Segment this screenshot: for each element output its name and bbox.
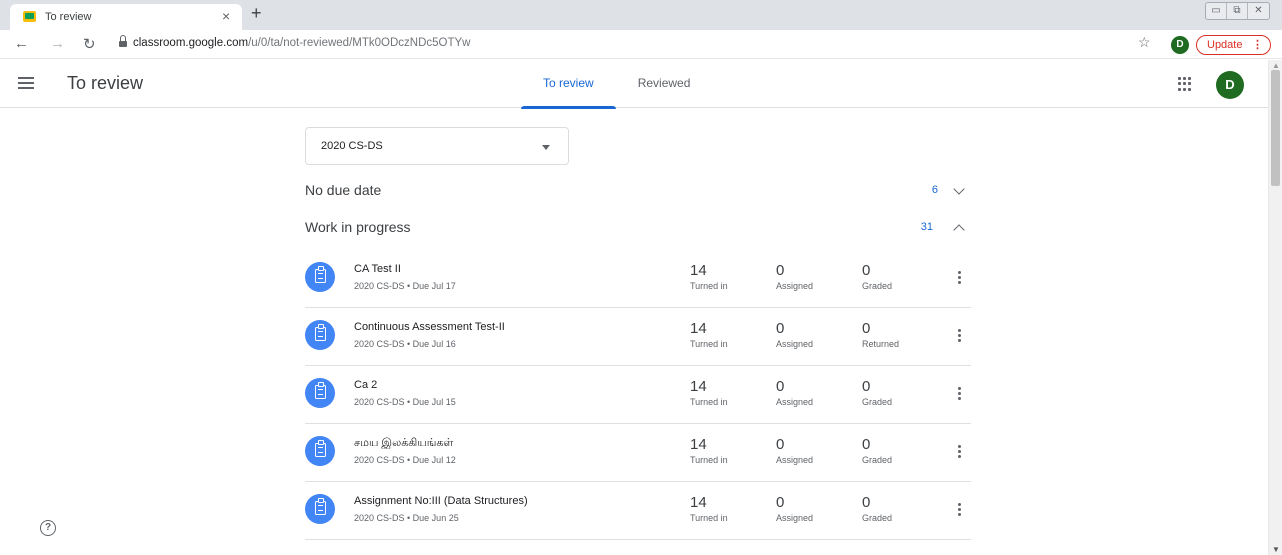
lock-icon[interactable] — [119, 35, 127, 47]
page-scrollbar[interactable]: ▲ ▼ — [1268, 60, 1282, 555]
menu-icon[interactable] — [18, 77, 34, 89]
chevron-down-icon[interactable] — [953, 183, 965, 195]
section-title: No due date — [305, 182, 382, 198]
more-vert-icon[interactable] — [954, 445, 964, 461]
assignment-icon[interactable] — [305, 378, 335, 408]
minimize-button[interactable]: ▭ — [1206, 3, 1227, 19]
section-work-in-progress[interactable]: Work in progress 31 — [305, 219, 971, 245]
window-controls: ▭ ⧉ ✕ — [1205, 2, 1270, 20]
assignment-icon[interactable] — [305, 494, 335, 524]
assignment-title[interactable]: CA Test II — [354, 263, 401, 275]
assignment-subtitle: 2020 CS-DS • Due Jul 17 — [354, 281, 456, 291]
tab-reviewed[interactable]: Reviewed — [616, 60, 713, 108]
assigned-stat[interactable]: 0 Assigned — [776, 437, 813, 466]
new-tab-button[interactable]: + — [251, 3, 262, 24]
review-tabs: To review Reviewed — [521, 60, 713, 109]
section-no-due-date[interactable]: No due date 6 — [305, 182, 971, 208]
url-text[interactable]: classroom.google.com/u/0/ta/not-reviewed… — [133, 37, 470, 49]
graded-stat[interactable]: 0 Graded — [862, 379, 892, 408]
assignment-icon[interactable] — [305, 436, 335, 466]
reload-icon[interactable]: ↻ — [83, 35, 96, 53]
assignment-icon[interactable] — [305, 320, 335, 350]
assignment-title[interactable]: சமய இலக்கியங்கள் — [354, 437, 453, 451]
more-vert-icon[interactable] — [954, 503, 964, 519]
turned-in-stat[interactable]: 14 Turned in — [690, 321, 728, 350]
class-select-value: 2020 CS-DS — [321, 140, 383, 152]
section-title: Work in progress — [305, 219, 411, 235]
chrome-menu-icon: ⋮ — [1252, 39, 1263, 51]
page-title: To review — [67, 73, 144, 93]
assignment-row[interactable]: Continuous Assessment Test-II 2020 CS-DS… — [305, 308, 971, 366]
assignment-row[interactable]: Assignment No:III (Data Structures) 2020… — [305, 482, 971, 540]
assignment-list: CA Test II 2020 CS-DS • Due Jul 17 14 Tur… — [305, 250, 971, 540]
assigned-stat[interactable]: 0 Assigned — [776, 321, 813, 350]
profile-avatar[interactable]: D — [1171, 36, 1189, 54]
assignment-row[interactable]: CA Test II 2020 CS-DS • Due Jul 17 14 Tur… — [305, 250, 971, 308]
returned-stat[interactable]: 0 Returned — [862, 321, 899, 350]
assignment-subtitle: 2020 CS-DS • Due Jul 16 — [354, 339, 456, 349]
graded-stat[interactable]: 0 Graded — [862, 437, 892, 466]
graded-stat[interactable]: 0 Graded — [862, 495, 892, 524]
assigned-stat[interactable]: 0 Assigned — [776, 379, 813, 408]
tab-to-review[interactable]: To review — [521, 60, 616, 109]
turned-in-stat[interactable]: 14 Turned in — [690, 263, 728, 292]
restore-button[interactable]: ⧉ — [1227, 3, 1248, 19]
update-label: Update — [1207, 39, 1243, 51]
chevron-up-icon[interactable] — [953, 224, 965, 236]
browser-tab-title: To review — [45, 11, 92, 23]
assignment-subtitle: 2020 CS-DS • Due Jul 15 — [354, 397, 456, 407]
update-button[interactable]: Update ⋮ — [1196, 35, 1271, 55]
section-count: 31 — [920, 221, 933, 233]
assignment-title[interactable]: Continuous Assessment Test-II — [354, 321, 505, 333]
address-bar[interactable]: classroom.google.com/u/0/ta/not-reviewed… — [112, 34, 1160, 54]
assignment-subtitle: 2020 CS-DS • Due Jun 25 — [354, 513, 459, 523]
bookmark-star-icon[interactable]: ☆ — [1138, 34, 1151, 51]
scroll-thumb[interactable] — [1271, 70, 1280, 186]
assignment-row[interactable]: Ca 2 2020 CS-DS • Due Jul 15 14 Turned in… — [305, 366, 971, 424]
scroll-up-arrow-icon[interactable]: ▲ — [1272, 61, 1280, 70]
assigned-stat[interactable]: 0 Assigned — [776, 495, 813, 524]
assignment-title[interactable]: Assignment No:III (Data Structures) — [354, 495, 528, 507]
more-vert-icon[interactable] — [954, 271, 964, 287]
turned-in-stat[interactable]: 14 Turned in — [690, 379, 728, 408]
assignment-subtitle: 2020 CS-DS • Due Jul 12 — [354, 455, 456, 465]
browser-tab[interactable]: To review × — [10, 4, 242, 30]
section-count: 6 — [931, 184, 938, 196]
assignment-icon[interactable] — [305, 262, 335, 292]
help-icon[interactable]: ? — [40, 520, 56, 536]
assigned-stat[interactable]: 0 Assigned — [776, 263, 813, 292]
more-vert-icon[interactable] — [954, 329, 964, 345]
turned-in-stat[interactable]: 14 Turned in — [690, 437, 728, 466]
app-header: To review To review Reviewed D — [0, 60, 1268, 109]
back-arrow-icon[interactable]: ← — [14, 35, 29, 52]
assignment-row[interactable]: சமய இலக்கியங்கள் 2020 CS-DS • Due Jul 12… — [305, 424, 971, 482]
turned-in-stat[interactable]: 14 Turned in — [690, 495, 728, 524]
scroll-down-arrow-icon[interactable]: ▼ — [1272, 545, 1280, 554]
assignment-title[interactable]: Ca 2 — [354, 379, 377, 391]
close-tab-icon[interactable]: × — [222, 8, 230, 24]
dropdown-caret-icon — [542, 145, 550, 150]
browser-toolbar: ← → ↻ classroom.google.com/u/0/ta/not-re… — [0, 30, 1282, 59]
class-select[interactable]: 2020 CS-DS — [305, 127, 569, 165]
forward-arrow-icon[interactable]: → — [50, 35, 65, 52]
browser-tabstrip: To review × + ▭ ⧉ ✕ — [0, 0, 1282, 30]
close-window-button[interactable]: ✕ — [1248, 3, 1269, 19]
classroom-favicon-icon — [23, 11, 36, 22]
graded-stat[interactable]: 0 Graded — [862, 263, 892, 292]
account-avatar[interactable]: D — [1216, 71, 1244, 99]
more-vert-icon[interactable] — [954, 387, 964, 403]
apps-icon[interactable] — [1178, 77, 1192, 91]
